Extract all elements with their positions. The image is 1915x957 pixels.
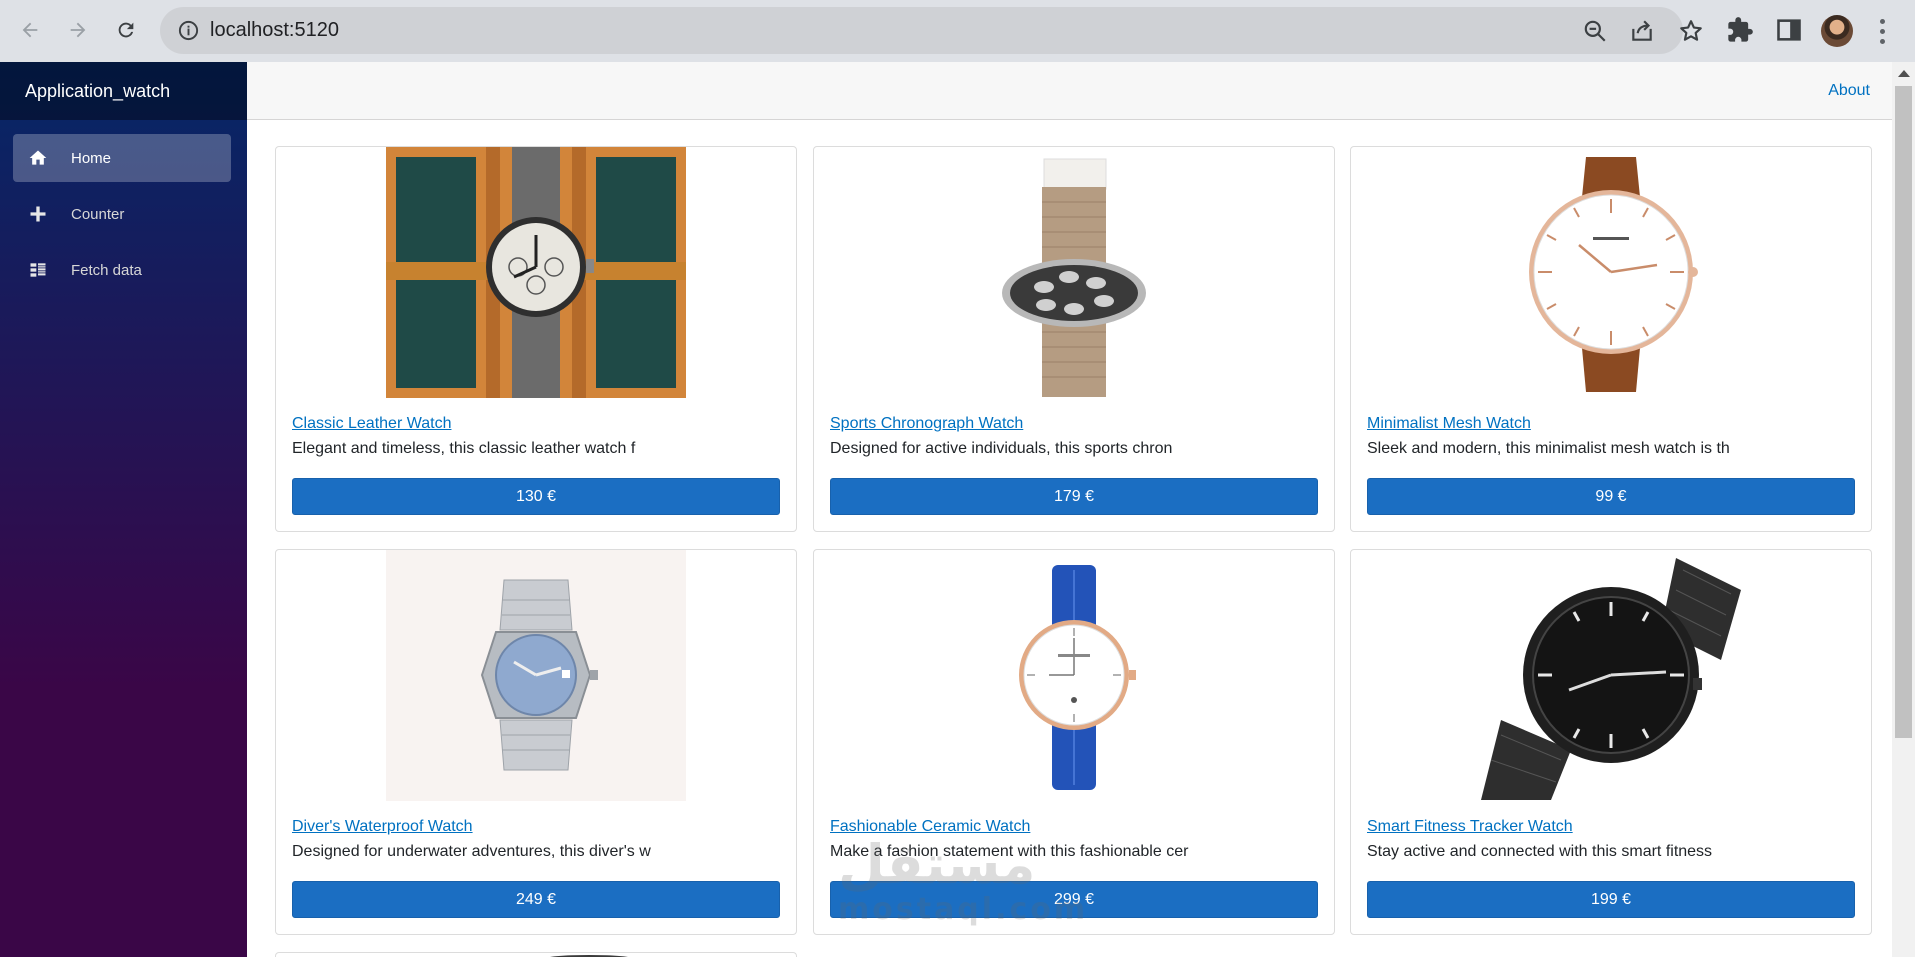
product-card: Diver's Waterproof Watch Designed for un… [275, 549, 797, 935]
product-name-link[interactable]: Diver's Waterproof Watch [292, 818, 473, 836]
product-name-link[interactable]: Minimalist Mesh Watch [1367, 415, 1531, 433]
product-description: Designed for active individuals, this sp… [830, 440, 1173, 457]
product-name-link[interactable]: Fashionable Ceramic Watch [830, 818, 1030, 836]
product-card [275, 952, 797, 957]
product-card: Smart Fitness Tracker Watch Stay active … [1350, 549, 1872, 935]
product-description: Designed for underwater adventures, this… [292, 843, 651, 860]
zoom-icon[interactable] [1582, 18, 1608, 44]
product-card: Classic Leather Watch Elegant and timele… [275, 146, 797, 532]
price-button[interactable]: 130 € [292, 478, 780, 515]
product-image [1461, 147, 1761, 398]
price-button[interactable]: 299 € [830, 881, 1318, 918]
side-panel-icon[interactable] [1775, 16, 1803, 44]
product-name-link[interactable]: Classic Leather Watch [292, 415, 451, 433]
product-card: Fashionable Ceramic Watch Make a fashion… [813, 549, 1335, 935]
product-name-link[interactable]: Sports Chronograph Watch [830, 415, 1023, 433]
nav-item-fetch-data[interactable]: Fetch data [13, 246, 231, 294]
profile-avatar[interactable] [1821, 15, 1853, 47]
forward-icon[interactable] [59, 11, 97, 49]
price-button[interactable]: 199 € [1367, 881, 1855, 918]
product-description: Make a fashion statement with this fashi… [830, 843, 1189, 860]
product-description: Stay active and connected with this smar… [1367, 843, 1713, 860]
nav-item-counter[interactable]: Counter [13, 190, 231, 238]
nav-item-label: Fetch data [71, 261, 142, 279]
share-icon[interactable] [1629, 18, 1655, 44]
page-scrollbar[interactable] [1892, 62, 1915, 957]
sidebar: Application_watch Home Counter Fetch dat… [0, 62, 247, 957]
bookmark-star-icon[interactable] [1678, 18, 1704, 44]
address-bar[interactable]: localhost:5120 [160, 7, 1702, 54]
product-image [386, 147, 686, 398]
product-image [924, 550, 1224, 801]
nav-menu: Home Counter Fetch data [0, 120, 247, 294]
scrollbar-thumb[interactable] [1895, 86, 1912, 738]
scroll-up-arrow[interactable] [1898, 70, 1910, 77]
list-icon [27, 259, 49, 281]
nav-item-label: Counter [71, 205, 125, 223]
site-info-icon[interactable] [177, 19, 200, 42]
nav-item-home[interactable]: Home [13, 134, 231, 182]
about-link[interactable]: About [1828, 82, 1870, 100]
price-button[interactable]: 99 € [1367, 478, 1855, 515]
product-card: Minimalist Mesh Watch Sleek and modern, … [1350, 146, 1872, 532]
brand-bar: Application_watch [0, 62, 247, 120]
url-text: localhost:5120 [210, 19, 339, 41]
back-icon[interactable] [11, 11, 49, 49]
reload-icon[interactable] [107, 11, 145, 49]
app-brand[interactable]: Application_watch [25, 81, 170, 102]
nav-item-label: Home [71, 149, 112, 167]
product-description: Sleek and modern, this minimalist mesh w… [1367, 440, 1730, 457]
product-description: Elegant and timeless, this classic leath… [292, 440, 636, 457]
menu-icon[interactable] [1872, 16, 1892, 46]
top-row: About [247, 62, 1892, 120]
home-icon [27, 147, 49, 169]
product-image [1461, 550, 1761, 801]
price-button[interactable]: 179 € [830, 478, 1318, 515]
extensions-icon[interactable] [1726, 16, 1754, 44]
product-name-link[interactable]: Smart Fitness Tracker Watch [1367, 818, 1573, 836]
product-image [386, 550, 686, 801]
browser-toolbar: localhost:5120 [0, 0, 1915, 62]
price-button[interactable]: 249 € [292, 881, 780, 918]
product-image [924, 147, 1224, 398]
product-card: Sports Chronograph Watch Designed for ac… [813, 146, 1335, 532]
plus-icon [27, 203, 49, 225]
